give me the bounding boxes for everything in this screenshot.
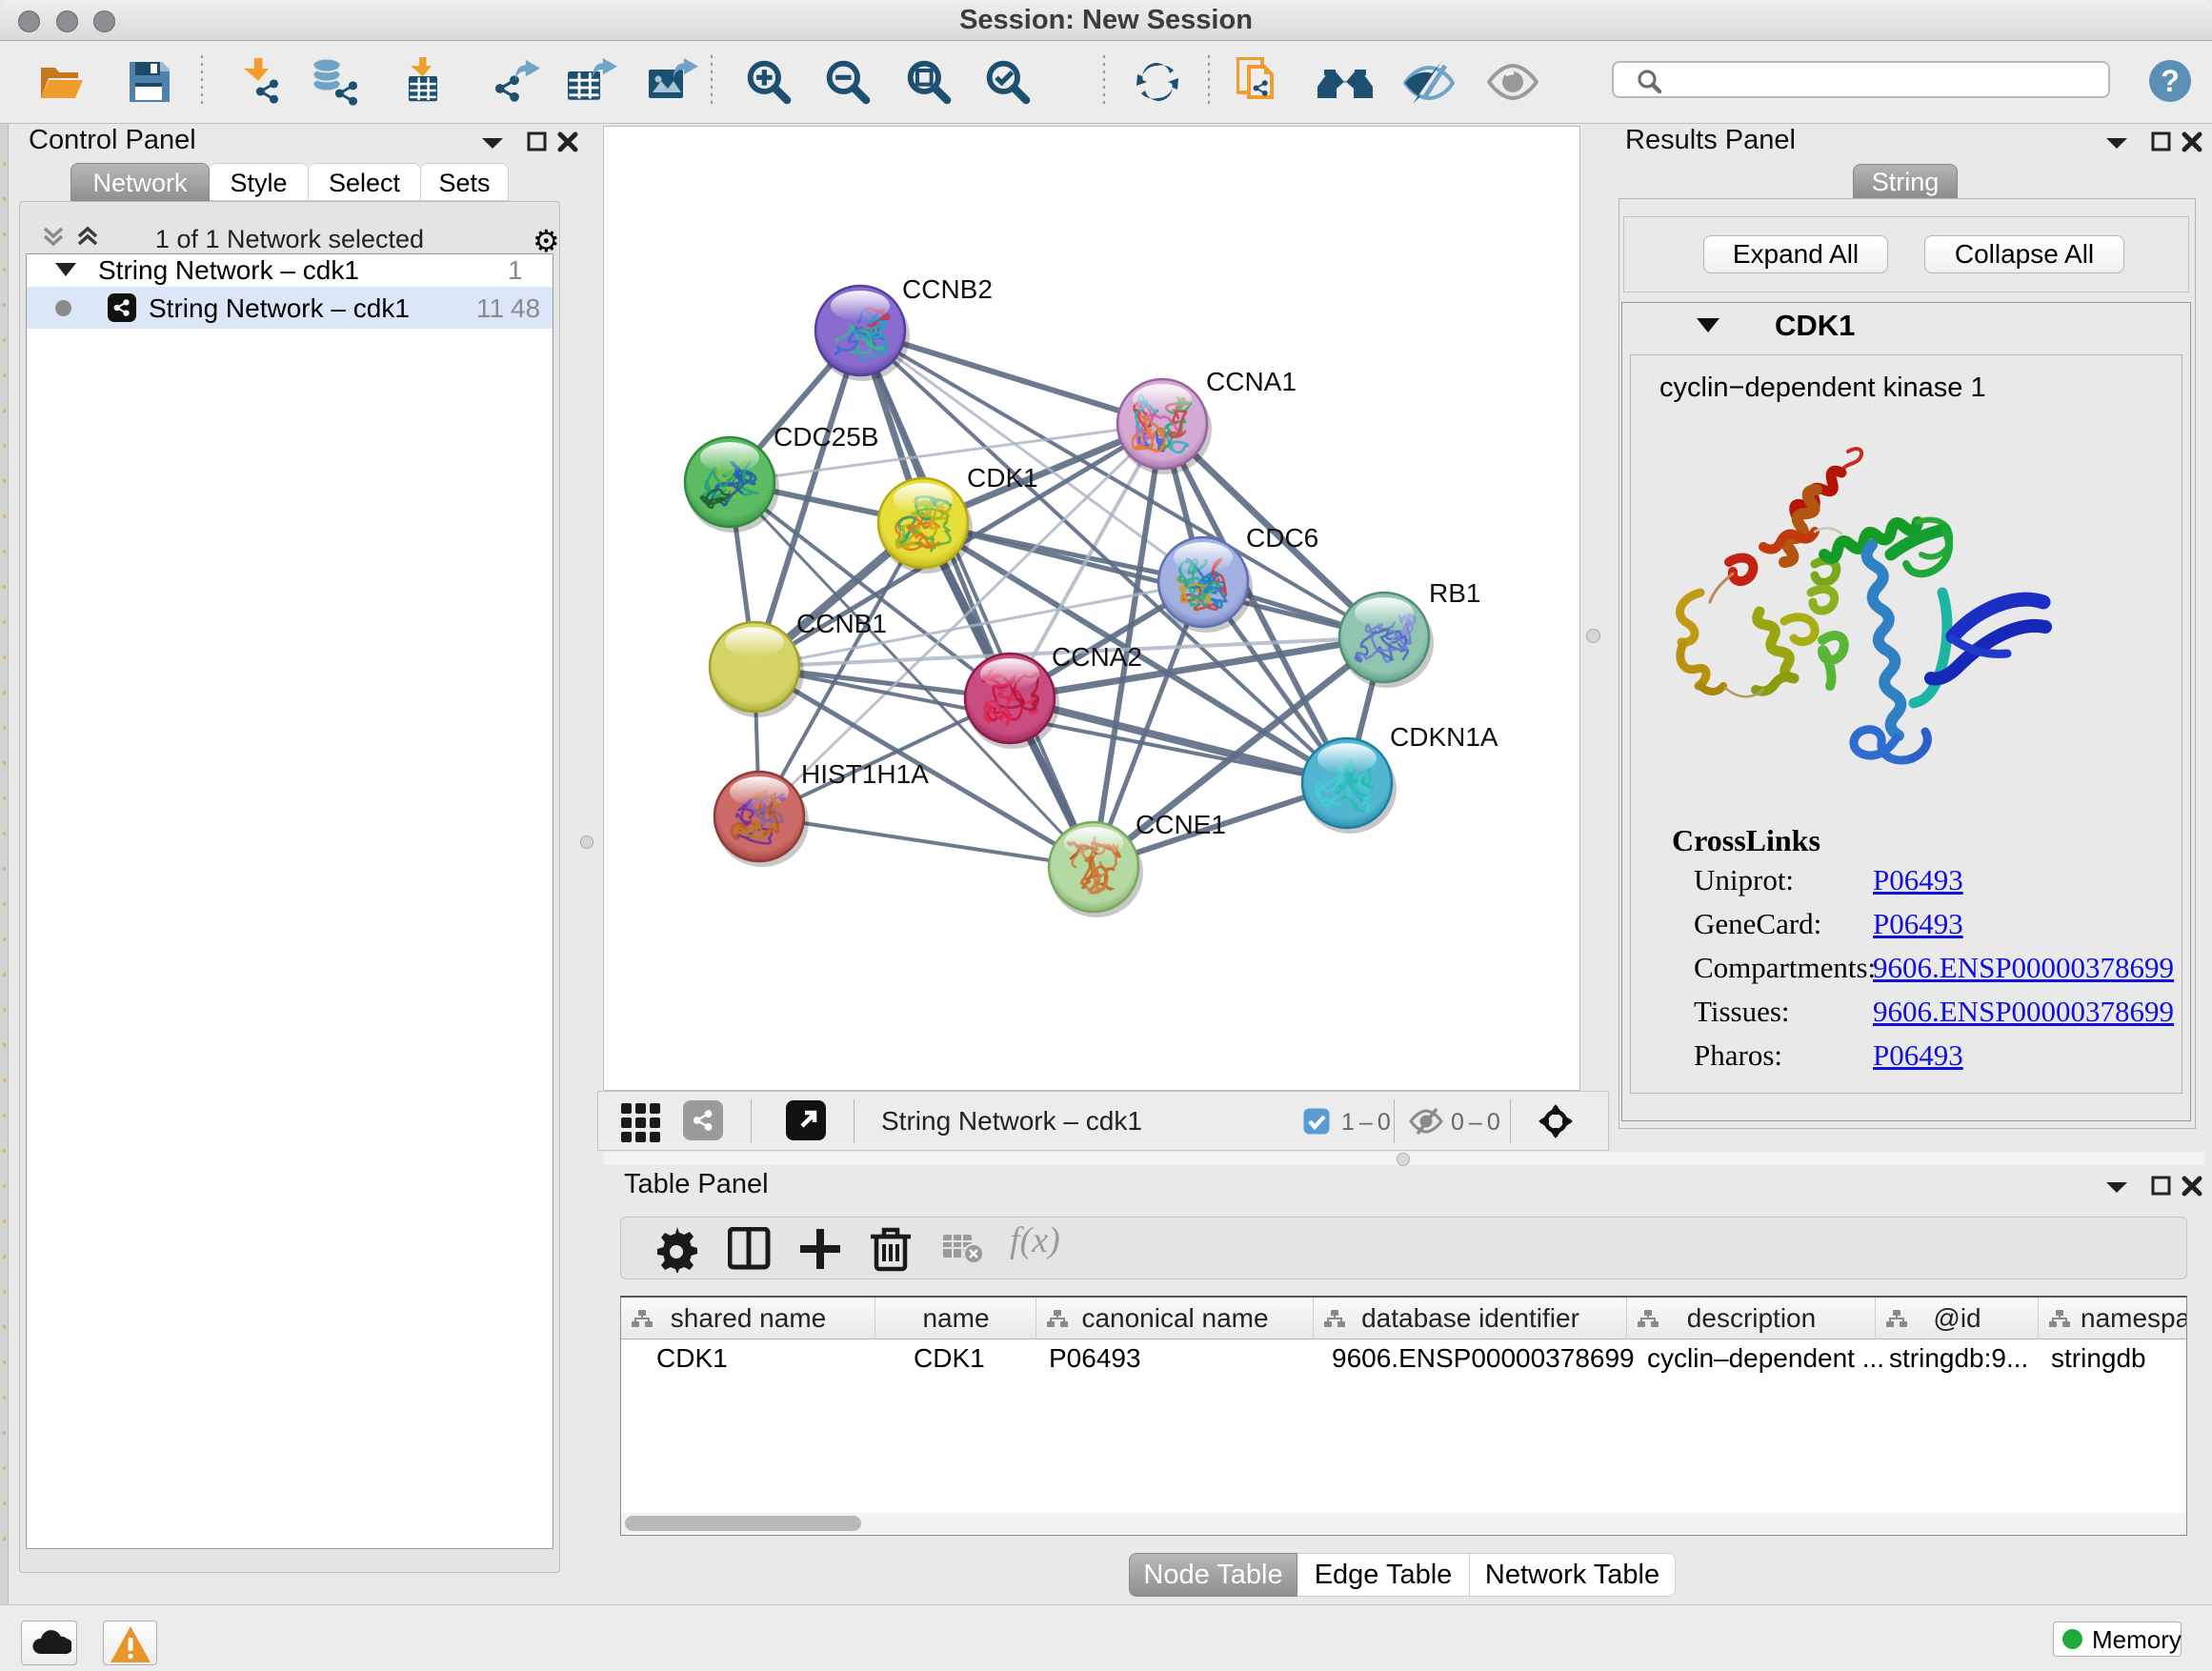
svg-text:CCNA2: CCNA2 <box>1052 642 1142 672</box>
svg-text:CDC25B: CDC25B <box>774 422 878 452</box>
svg-text:CDKN1A: CDKN1A <box>1390 722 1498 752</box>
svg-text:CCNB2: CCNB2 <box>902 274 993 304</box>
svg-text:CCNB1: CCNB1 <box>796 609 887 638</box>
svg-text:CDK1: CDK1 <box>967 463 1038 493</box>
svg-text:CDC6: CDC6 <box>1246 523 1318 553</box>
svg-text:RB1: RB1 <box>1429 578 1480 608</box>
svg-text:CCNA1: CCNA1 <box>1206 367 1297 396</box>
svg-text:HIST1H1A: HIST1H1A <box>801 759 929 789</box>
svg-text:CCNE1: CCNE1 <box>1136 810 1226 839</box>
